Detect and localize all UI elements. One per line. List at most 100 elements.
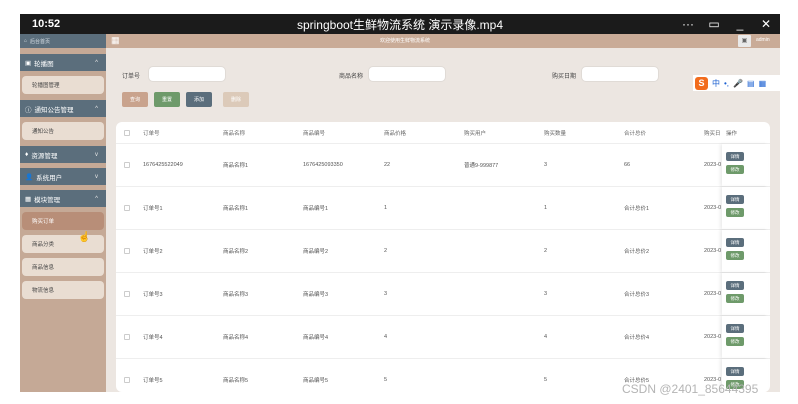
cell: 订单号3 [143, 292, 163, 298]
table-header: 订单号 商品名称 商品编号 商品价格 购买用户 购买数量 合计总价 购买日 操作 [116, 122, 770, 144]
detail-button[interactable]: 详情 [726, 367, 744, 376]
edit-button[interactable]: 修改 [726, 165, 744, 174]
watermark: CSDN @2401_85644395 [622, 382, 759, 396]
table-row[interactable]: 订单号1 商品名称1 商品编号1 1 1 合计总价1 2023-0 详情 修改 [116, 187, 770, 230]
sidebar-item-logistics[interactable]: 物流信息 [22, 281, 104, 299]
detail-button[interactable]: 详情 [726, 324, 744, 333]
table-row[interactable]: 1676425522049 商品名称1 1676425093350 22 普通9… [116, 144, 770, 187]
cell: 4 [384, 334, 388, 340]
table-row[interactable]: 订单号4 商品名称4 商品编号4 4 4 合计总价4 2023-0 详情 修改 [116, 316, 770, 359]
cell: 3 [384, 291, 388, 297]
cell: 66 [624, 162, 631, 168]
row-checkbox[interactable] [124, 377, 130, 383]
row-actions: 详情 修改 [722, 144, 768, 186]
hand-cursor-icon: ☝ [78, 232, 91, 243]
table-row[interactable]: 订单号2 商品名称2 商品编号2 2 2 合计总价2 2023-0 详情 修改 [116, 230, 770, 273]
row-checkbox[interactable] [124, 248, 130, 254]
back-home-link[interactable]: ⌂ 后台首页 [20, 34, 106, 48]
sidebar-group-notice[interactable]: ⓘ 通知公告管理 ^ [20, 100, 106, 117]
chevron-down-icon: v [95, 173, 98, 180]
chevron-up-icon: ^ [95, 105, 98, 112]
purchase-date-label: 购买日期 [552, 74, 577, 80]
order-no-input[interactable] [148, 66, 226, 82]
sidebar-item-category[interactable]: 商品分类 [22, 235, 104, 253]
more-icon[interactable]: ··· [682, 17, 694, 31]
detail-button[interactable]: 详情 [726, 195, 744, 204]
avatar[interactable]: ▣ [738, 35, 751, 47]
row-checkbox[interactable] [124, 334, 130, 340]
search-button[interactable]: 查询 [122, 92, 148, 107]
home-icon: ⌂ [24, 38, 28, 44]
menu-grid-icon[interactable]: ▦ [111, 36, 120, 45]
cell: 商品编号1 [303, 206, 329, 212]
cell: 2023-0 [704, 162, 722, 168]
close-icon[interactable]: ✕ [760, 17, 772, 31]
toolbox-icon[interactable]: ▦ [759, 79, 767, 88]
row-checkbox[interactable] [124, 291, 130, 297]
edit-button[interactable]: 修改 [726, 208, 744, 217]
sidebar-item-notice[interactable]: 通知公告 [22, 122, 104, 140]
col-header: 合计总价 [624, 130, 647, 137]
back-home-label: 后台首页 [30, 38, 51, 45]
user-name[interactable]: admin [756, 37, 770, 43]
minimize-icon[interactable]: _ [734, 17, 746, 31]
col-header: 订单号 [143, 130, 160, 137]
cell: 2023-0 [704, 334, 722, 340]
cell: 1 [384, 205, 388, 211]
ime-lang-toggle[interactable]: 中 [712, 78, 720, 89]
table-row[interactable]: 订单号3 商品名称3 商品编号3 3 3 合计总价3 2023-0 详情 修改 [116, 273, 770, 316]
cell: 商品名称5 [223, 378, 249, 384]
detail-button[interactable]: 详情 [726, 281, 744, 290]
sidebar-group-users[interactable]: 👤 系统用户 v [20, 168, 106, 185]
punct-icon[interactable]: •, [724, 79, 729, 88]
sidebar-group-label: 模块管理 [34, 196, 61, 204]
cell: 订单号1 [143, 206, 163, 212]
chevron-down-icon: v [95, 151, 98, 158]
cell: 3 [544, 291, 548, 297]
top-header: ⌂ 后台首页 ▦ 欢迎使用生鲜物流系统 ▣ admin [20, 34, 780, 48]
sidebar-group-resource[interactable]: ♦ 资源管理 v [20, 146, 106, 163]
pip-icon[interactable]: ▭ [708, 17, 720, 31]
sidebar-item-products[interactable]: 商品信息 [22, 258, 104, 276]
sidebar-group-label: 轮播图 [34, 60, 54, 68]
product-name-input[interactable] [368, 66, 446, 82]
select-all-checkbox[interactable] [124, 129, 130, 136]
sidebar-group-label: 资源管理 [31, 152, 58, 160]
col-header: 购买用户 [464, 130, 487, 137]
sidebar-item-orders[interactable]: 购买订单 [22, 212, 104, 230]
row-checkbox[interactable] [124, 162, 130, 168]
edit-button[interactable]: 修改 [726, 251, 744, 260]
sidebar-group-label: 系统用户 [36, 174, 63, 182]
mic-icon[interactable]: 🎤 [733, 79, 743, 88]
row-actions: 详情 修改 [722, 316, 768, 358]
sidebar-group-carousel[interactable]: ▣ 轮播图 ^ [20, 54, 106, 71]
cell: 订单号5 [143, 378, 163, 384]
detail-button[interactable]: 详情 [726, 238, 744, 247]
delete-button[interactable]: 删除 [223, 92, 249, 107]
video-player-titlebar: 10:52 springboot生鲜物流系统 演示录像.mp4 ··· ▭ _ … [20, 14, 780, 34]
detail-button[interactable]: 详情 [726, 152, 744, 161]
grid-icon: ▦ [25, 195, 32, 203]
reset-button[interactable]: 重置 [154, 92, 180, 107]
edit-button[interactable]: 修改 [726, 337, 744, 346]
cell: 1676425093350 [303, 162, 343, 168]
cell: 2023-0 [704, 291, 722, 297]
col-header: 商品编号 [303, 130, 326, 137]
purchase-date-input[interactable] [581, 66, 659, 82]
keyboard-icon[interactable]: ▤ [747, 79, 755, 88]
add-button[interactable]: 添加 [186, 92, 212, 107]
cell: 1676425522049 [143, 162, 183, 168]
edit-button[interactable]: 修改 [726, 294, 744, 303]
sidebar-item-carousel-manage[interactable]: 轮播图管理 [22, 76, 104, 94]
cell: 订单号2 [143, 249, 163, 255]
cell: 商品编号2 [303, 249, 329, 255]
cell: 商品名称1 [223, 163, 249, 169]
cell: 2 [384, 248, 388, 254]
sogou-logo-icon[interactable]: S [695, 76, 708, 90]
sidebar-group-module[interactable]: ▦ 模块管理 ^ [20, 190, 106, 207]
cell: 普通9-999877 [464, 163, 499, 169]
col-header: 购买日 [704, 130, 721, 137]
cell: 4 [544, 334, 548, 340]
row-checkbox[interactable] [124, 205, 130, 211]
row-actions: 详情 修改 [722, 230, 768, 272]
